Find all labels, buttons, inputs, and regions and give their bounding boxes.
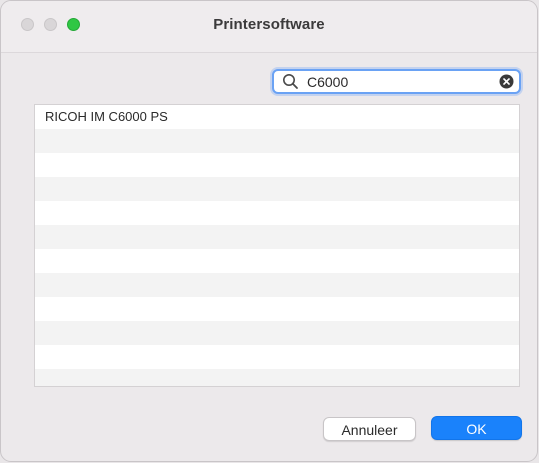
list-item <box>35 225 519 249</box>
search-field[interactable]: C6000 <box>272 69 521 94</box>
list-item <box>35 297 519 321</box>
list-item <box>35 321 519 345</box>
printer-software-dialog: Printersoftware C6000 RICOH IM C6000 PS … <box>0 0 538 462</box>
list-item <box>35 369 519 386</box>
list-item <box>35 153 519 177</box>
ok-button[interactable]: OK <box>431 416 522 440</box>
list-item <box>35 249 519 273</box>
printer-software-list[interactable]: RICOH IM C6000 PS <box>34 104 520 387</box>
search-input[interactable]: C6000 <box>307 74 348 90</box>
search-icon <box>283 74 298 89</box>
list-item <box>35 201 519 225</box>
clear-search-icon[interactable] <box>499 74 514 89</box>
title-bar: Printersoftware <box>1 1 537 53</box>
list-item <box>35 129 519 153</box>
list-item <box>35 177 519 201</box>
cancel-button[interactable]: Annuleer <box>323 417 416 441</box>
list-item <box>35 345 519 369</box>
window-title: Printersoftware <box>213 16 325 33</box>
list-item <box>35 273 519 297</box>
list-item[interactable]: RICOH IM C6000 PS <box>35 105 519 129</box>
